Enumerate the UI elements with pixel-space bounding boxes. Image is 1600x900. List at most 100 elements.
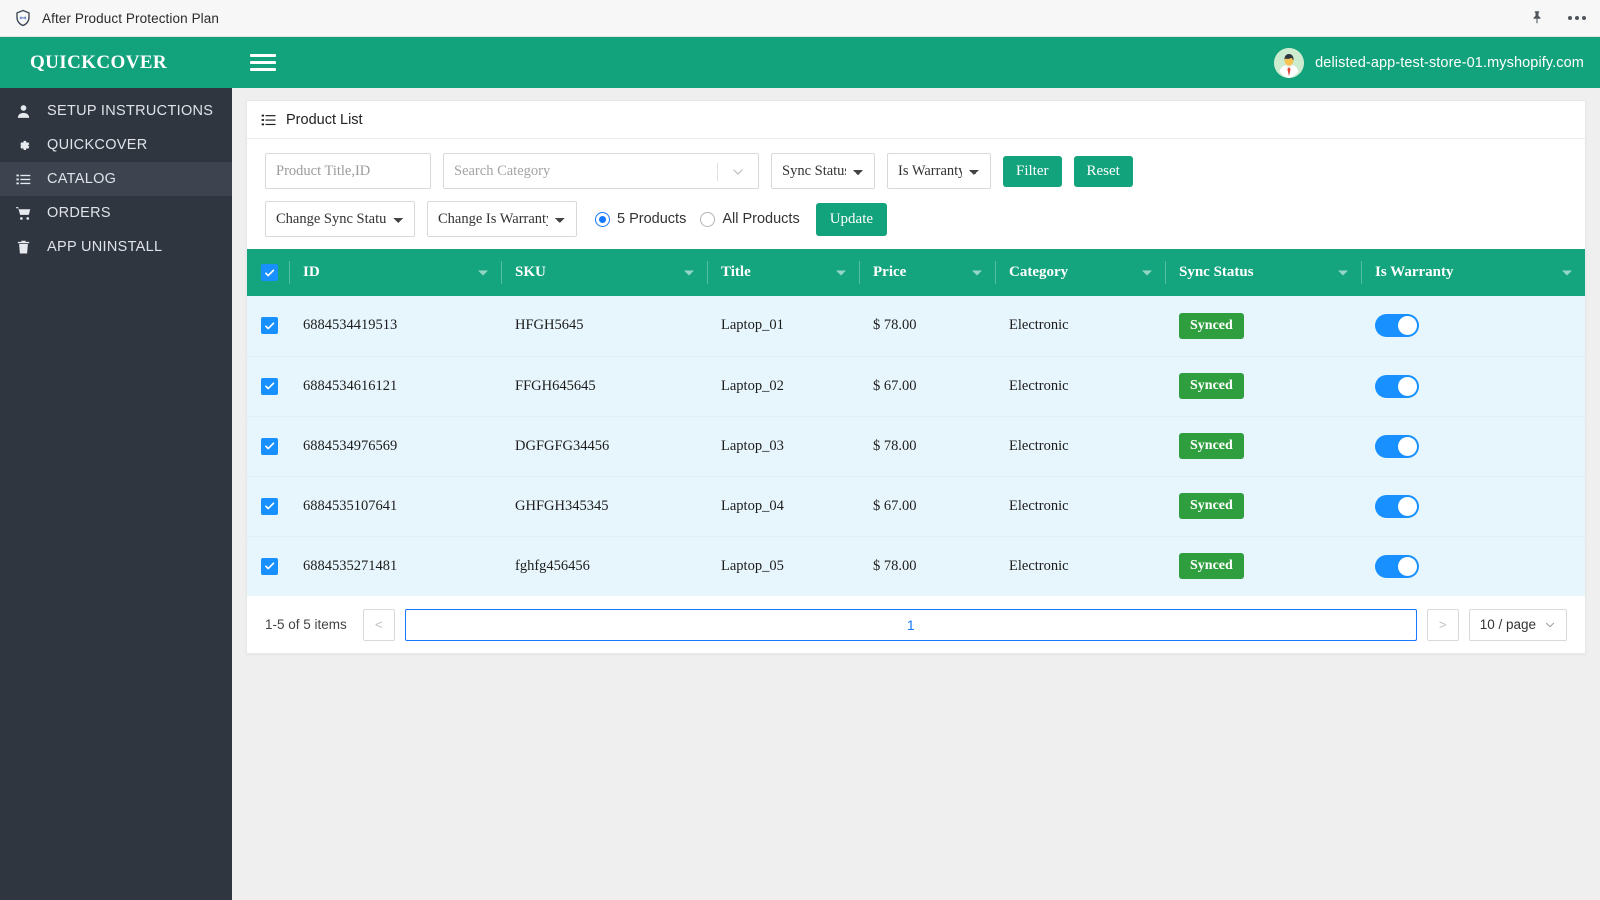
- chevron-down-icon: [1562, 270, 1572, 275]
- table-row: 6884535107641 GHFGH345345 Laptop_04 $ 67…: [247, 476, 1585, 537]
- column-header-is-warranty[interactable]: Is Warranty: [1361, 249, 1585, 296]
- search-category-select[interactable]: Search Category: [443, 153, 759, 189]
- hamburger-icon[interactable]: [250, 53, 276, 73]
- column-header-price[interactable]: Price: [859, 249, 995, 296]
- select-all-header: [247, 249, 289, 296]
- column-header-id[interactable]: ID: [289, 249, 501, 296]
- cell-sku: HFGH5645: [501, 296, 707, 357]
- radio-dot-selected: [595, 211, 610, 227]
- store-account[interactable]: delisted-app-test-store-01.myshopify.com: [1274, 47, 1588, 78]
- status-badge: Synced: [1179, 312, 1244, 339]
- row-checkbox[interactable]: [261, 317, 278, 335]
- search-category-placeholder: Search Category: [454, 162, 551, 179]
- scope-radio-group: 5 Products All Products: [595, 211, 800, 227]
- warranty-toggle[interactable]: [1375, 494, 1419, 518]
- column-label: Price: [873, 264, 907, 280]
- select-all-checkbox[interactable]: [261, 264, 278, 281]
- reset-button[interactable]: Reset: [1073, 155, 1133, 187]
- product-list-panel: Product List Search Category: [246, 100, 1586, 654]
- radio-5-products[interactable]: 5 Products: [595, 211, 686, 227]
- chevron-down-icon: [1142, 270, 1152, 275]
- page-size-label: 10 / page: [1479, 617, 1536, 632]
- sidebar-item-label: ORDERS: [47, 205, 111, 221]
- row-checkbox[interactable]: [261, 497, 278, 515]
- sidebar-item-label: QUICKCOVER: [47, 137, 148, 153]
- cell-title: Laptop_03: [707, 416, 859, 477]
- is-warranty-filter-select[interactable]: Is Warranty: [887, 153, 991, 189]
- row-select-cell: [247, 476, 289, 537]
- row-checkbox[interactable]: [261, 437, 278, 455]
- change-is-warranty-select[interactable]: Change Is Warranty: [427, 201, 577, 237]
- status-badge: Synced: [1179, 553, 1244, 580]
- cell-sku: DGFGFG34456: [501, 416, 707, 477]
- table-row: 6884535271481 fghfg456456 Laptop_05 $ 78…: [247, 536, 1585, 596]
- warranty-toggle[interactable]: [1375, 554, 1419, 578]
- cell-sync-status: Synced: [1165, 536, 1361, 596]
- cell-id: 6884534616121: [289, 356, 501, 417]
- pagination-next-button[interactable]: >: [1426, 608, 1459, 641]
- avatar-icon: [1274, 47, 1305, 78]
- cell-is-warranty: [1361, 476, 1585, 537]
- change-sync-status-select[interactable]: Change Sync Status: [265, 201, 415, 237]
- pagination-page-1[interactable]: 1: [404, 608, 1417, 641]
- gear-icon: [14, 136, 33, 155]
- filter-button[interactable]: Filter: [1003, 155, 1062, 187]
- column-header-sku[interactable]: SKU: [501, 249, 707, 296]
- sidebar-item-quickcover[interactable]: QUICKCOVER: [0, 128, 232, 162]
- sidebar-item-label: SETUP INSTRUCTIONS: [47, 103, 214, 119]
- radio-all-products[interactable]: All Products: [700, 211, 800, 227]
- product-title-input[interactable]: [265, 153, 431, 189]
- sync-status-filter-select[interactable]: Sync Status: [771, 153, 875, 189]
- cell-price: $ 78.00: [859, 296, 995, 357]
- column-label: Sync Status: [1179, 264, 1254, 280]
- more-options-icon[interactable]: [1568, 16, 1586, 20]
- pin-icon[interactable]: [1528, 9, 1546, 27]
- cell-sync-status: Synced: [1165, 296, 1361, 357]
- cell-sync-status: Synced: [1165, 356, 1361, 417]
- cell-sync-status: Synced: [1165, 476, 1361, 537]
- warranty-toggle[interactable]: [1375, 374, 1419, 398]
- product-table-wrapper: ID SKU Title Price Category Sync Status …: [247, 249, 1585, 596]
- sidebar-item-app-uninstall[interactable]: APP UNINSTALL: [0, 230, 232, 264]
- cell-category: Electronic: [995, 296, 1165, 357]
- chevron-down-icon: [478, 270, 488, 275]
- warranty-toggle[interactable]: [1375, 314, 1419, 338]
- sidebar-item-orders[interactable]: ORDERS: [0, 196, 232, 230]
- pagination-prev-button[interactable]: <: [362, 608, 395, 641]
- status-badge: Synced: [1179, 493, 1244, 519]
- page-body: Product List Search Category: [232, 88, 1600, 900]
- filter-row-2: Change Sync Status Change Is Warranty 5 …: [265, 201, 1567, 237]
- select-divider: [717, 163, 718, 181]
- update-button[interactable]: Update: [815, 202, 888, 236]
- filter-section: Search Category Sync Status Is Warranty: [247, 139, 1585, 249]
- cell-category: Electronic: [995, 476, 1165, 537]
- cell-title: Laptop_02: [707, 356, 859, 417]
- sidebar-item-catalog[interactable]: CATALOG: [0, 162, 232, 196]
- cell-title: Laptop_01: [707, 296, 859, 357]
- chevron-down-icon: [836, 270, 846, 275]
- warranty-toggle[interactable]: [1375, 434, 1419, 458]
- column-label: ID: [303, 264, 320, 280]
- column-header-category[interactable]: Category: [995, 249, 1165, 296]
- cell-sku: GHFGH345345: [501, 476, 707, 537]
- sidebar-item-setup-instructions[interactable]: SETUP INSTRUCTIONS: [0, 94, 232, 128]
- cell-price: $ 67.00: [859, 356, 995, 417]
- status-badge: Synced: [1179, 433, 1244, 459]
- table-body: 6884534419513 HFGH5645 Laptop_01 $ 78.00…: [247, 296, 1585, 596]
- app-container: QUICKCOVER SETUP INSTRUCTIONS QUICKCOVER…: [0, 37, 1600, 900]
- cell-title: Laptop_05: [707, 536, 859, 596]
- cell-price: $ 78.00: [859, 536, 995, 596]
- row-select-cell: [247, 296, 289, 357]
- sidebar: QUICKCOVER SETUP INSTRUCTIONS QUICKCOVER…: [0, 37, 232, 900]
- radio-dot: [700, 211, 716, 227]
- cell-title: Laptop_04: [707, 476, 859, 537]
- column-header-title[interactable]: Title: [707, 249, 859, 296]
- browser-title-bar: After Product Protection Plan: [0, 0, 1600, 37]
- row-select-cell: [247, 356, 289, 417]
- table-header-row: ID SKU Title Price Category Sync Status …: [247, 249, 1585, 296]
- top-header-bar: delisted-app-test-store-01.myshopify.com: [232, 37, 1600, 88]
- row-checkbox[interactable]: [261, 377, 278, 395]
- page-size-select[interactable]: 10 / page: [1468, 608, 1567, 641]
- row-checkbox[interactable]: [261, 557, 278, 575]
- column-header-sync-status[interactable]: Sync Status: [1165, 249, 1361, 296]
